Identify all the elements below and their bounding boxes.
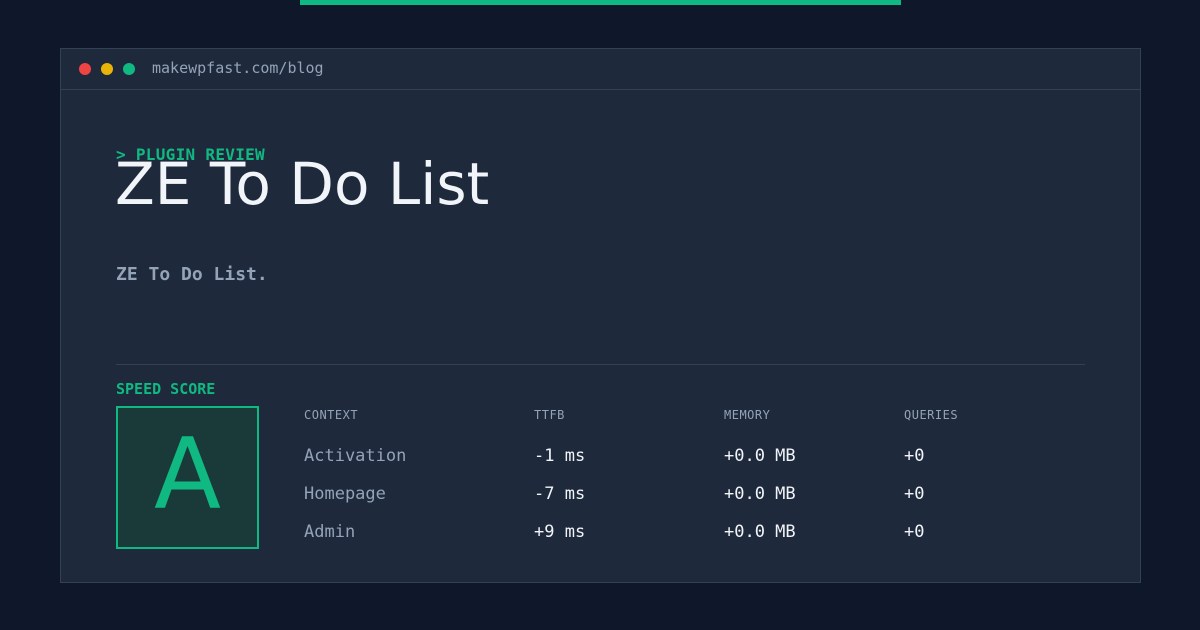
post-subtitle: ZE To Do List. bbox=[116, 264, 268, 285]
column-header-queries: QUERIES bbox=[904, 408, 959, 422]
row-activation-queries: +0 bbox=[904, 446, 925, 466]
row-admin-queries: +0 bbox=[904, 522, 925, 542]
column-header-ttfb: TTFB bbox=[534, 408, 565, 422]
close-dot-icon bbox=[79, 63, 91, 75]
section-divider bbox=[116, 364, 1085, 365]
row-activation-context: Activation bbox=[304, 446, 407, 466]
browser-window: makewpfast.com/blog > PLUGIN REVIEW ZE T… bbox=[60, 48, 1141, 583]
row-homepage-context: Homepage bbox=[304, 484, 386, 504]
minimize-dot-icon bbox=[101, 63, 113, 75]
column-header-context: CONTEXT bbox=[304, 408, 359, 422]
row-homepage-memory: +0.0 MB bbox=[724, 484, 796, 504]
row-homepage-ttfb: -7 ms bbox=[534, 484, 586, 504]
row-admin-memory: +0.0 MB bbox=[724, 522, 796, 542]
row-admin-ttfb: +9 ms bbox=[534, 522, 586, 542]
window-titlebar: makewpfast.com/blog bbox=[61, 49, 1140, 90]
row-activation-ttfb: -1 ms bbox=[534, 446, 586, 466]
post-title: ZE To Do List bbox=[115, 150, 490, 218]
row-homepage-queries: +0 bbox=[904, 484, 925, 504]
column-header-memory: MEMORY bbox=[724, 408, 771, 422]
row-activation-memory: +0.0 MB bbox=[724, 446, 796, 466]
url-text: makewpfast.com/blog bbox=[152, 59, 324, 77]
top-accent-bar bbox=[300, 0, 901, 5]
speed-score-label: SPEED SCORE bbox=[116, 380, 216, 398]
speed-grade-letter: A bbox=[153, 418, 222, 532]
maximize-dot-icon bbox=[123, 63, 135, 75]
speed-grade-badge: A bbox=[116, 406, 259, 549]
row-admin-context: Admin bbox=[304, 522, 356, 542]
